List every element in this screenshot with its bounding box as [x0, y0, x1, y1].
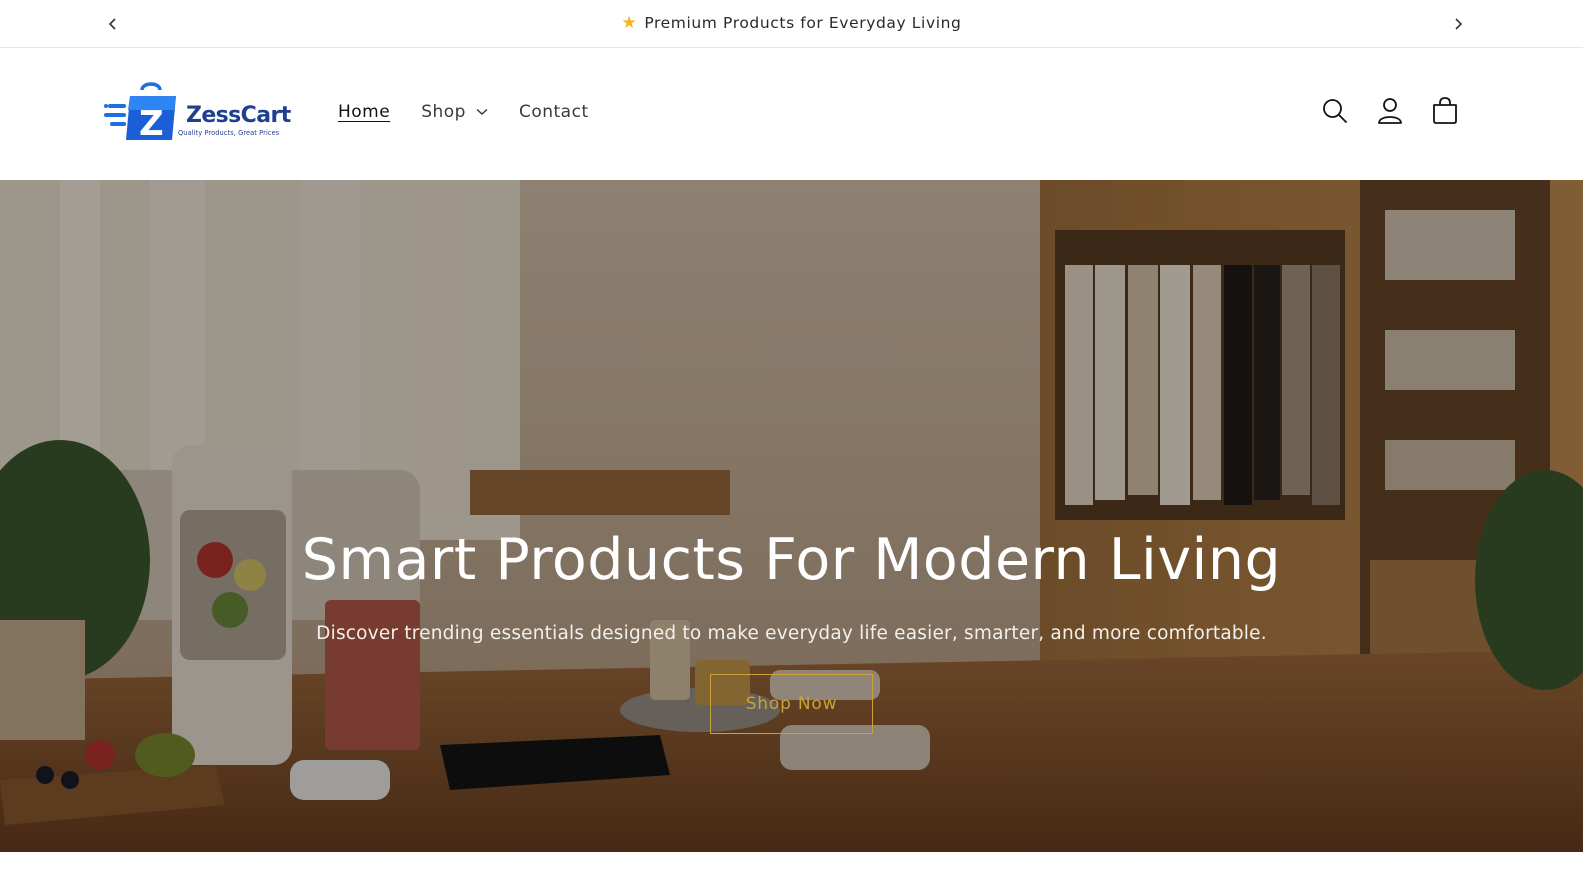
logo-tagline: Quality Products, Great Prices [178, 129, 280, 137]
logo-name: ZessCart [186, 103, 291, 128]
main-nav: Home Shop Contact [338, 102, 589, 122]
announcement-next-button[interactable] [1446, 12, 1470, 36]
nav-item-label: Contact [518, 102, 589, 122]
shop-now-button[interactable]: Shop Now [710, 674, 873, 734]
chevron-right-icon [1455, 18, 1463, 30]
nav-item-contact[interactable]: Contact [519, 102, 589, 122]
nav-item-home[interactable]: Home [338, 102, 390, 122]
hero-overlay [0, 180, 1583, 852]
nav-item-shop[interactable]: Shop [421, 102, 488, 122]
page-section-spacer [0, 852, 1583, 883]
star-icon: ★ [621, 13, 638, 33]
chevron-down-icon [476, 108, 488, 116]
site-header: Z ZessCart Quality Products, Great Price… [0, 49, 1583, 180]
search-icon [1323, 99, 1348, 124]
account-button[interactable] [1375, 96, 1405, 126]
shopping-bag-logo-icon: Z [104, 82, 176, 144]
account-icon [1378, 98, 1402, 124]
search-button[interactable] [1320, 96, 1350, 126]
announcement-bar: ★ Premium Products for Everyday Living [0, 0, 1583, 48]
announcement-message: ★ Premium Products for Everyday Living [0, 13, 1583, 33]
header-icons [1320, 96, 1460, 126]
hero-content: Smart Products For Modern Living Discove… [0, 532, 1583, 734]
svg-text:Z: Z [139, 104, 164, 144]
cart-button[interactable] [1430, 96, 1460, 126]
logo[interactable]: Z ZessCart Quality Products, Great Price… [104, 80, 294, 146]
hero-banner: Smart Products For Modern Living Discove… [0, 180, 1583, 852]
hero-title: Smart Products For Modern Living [301, 527, 1282, 593]
cart-icon [1433, 97, 1457, 124]
nav-item-label: Home [338, 102, 391, 122]
nav-item-label: Shop [421, 102, 466, 122]
announcement-text: Premium Products for Everyday Living [644, 14, 962, 32]
hero-subtitle: Discover trending essentials designed to… [316, 623, 1267, 644]
